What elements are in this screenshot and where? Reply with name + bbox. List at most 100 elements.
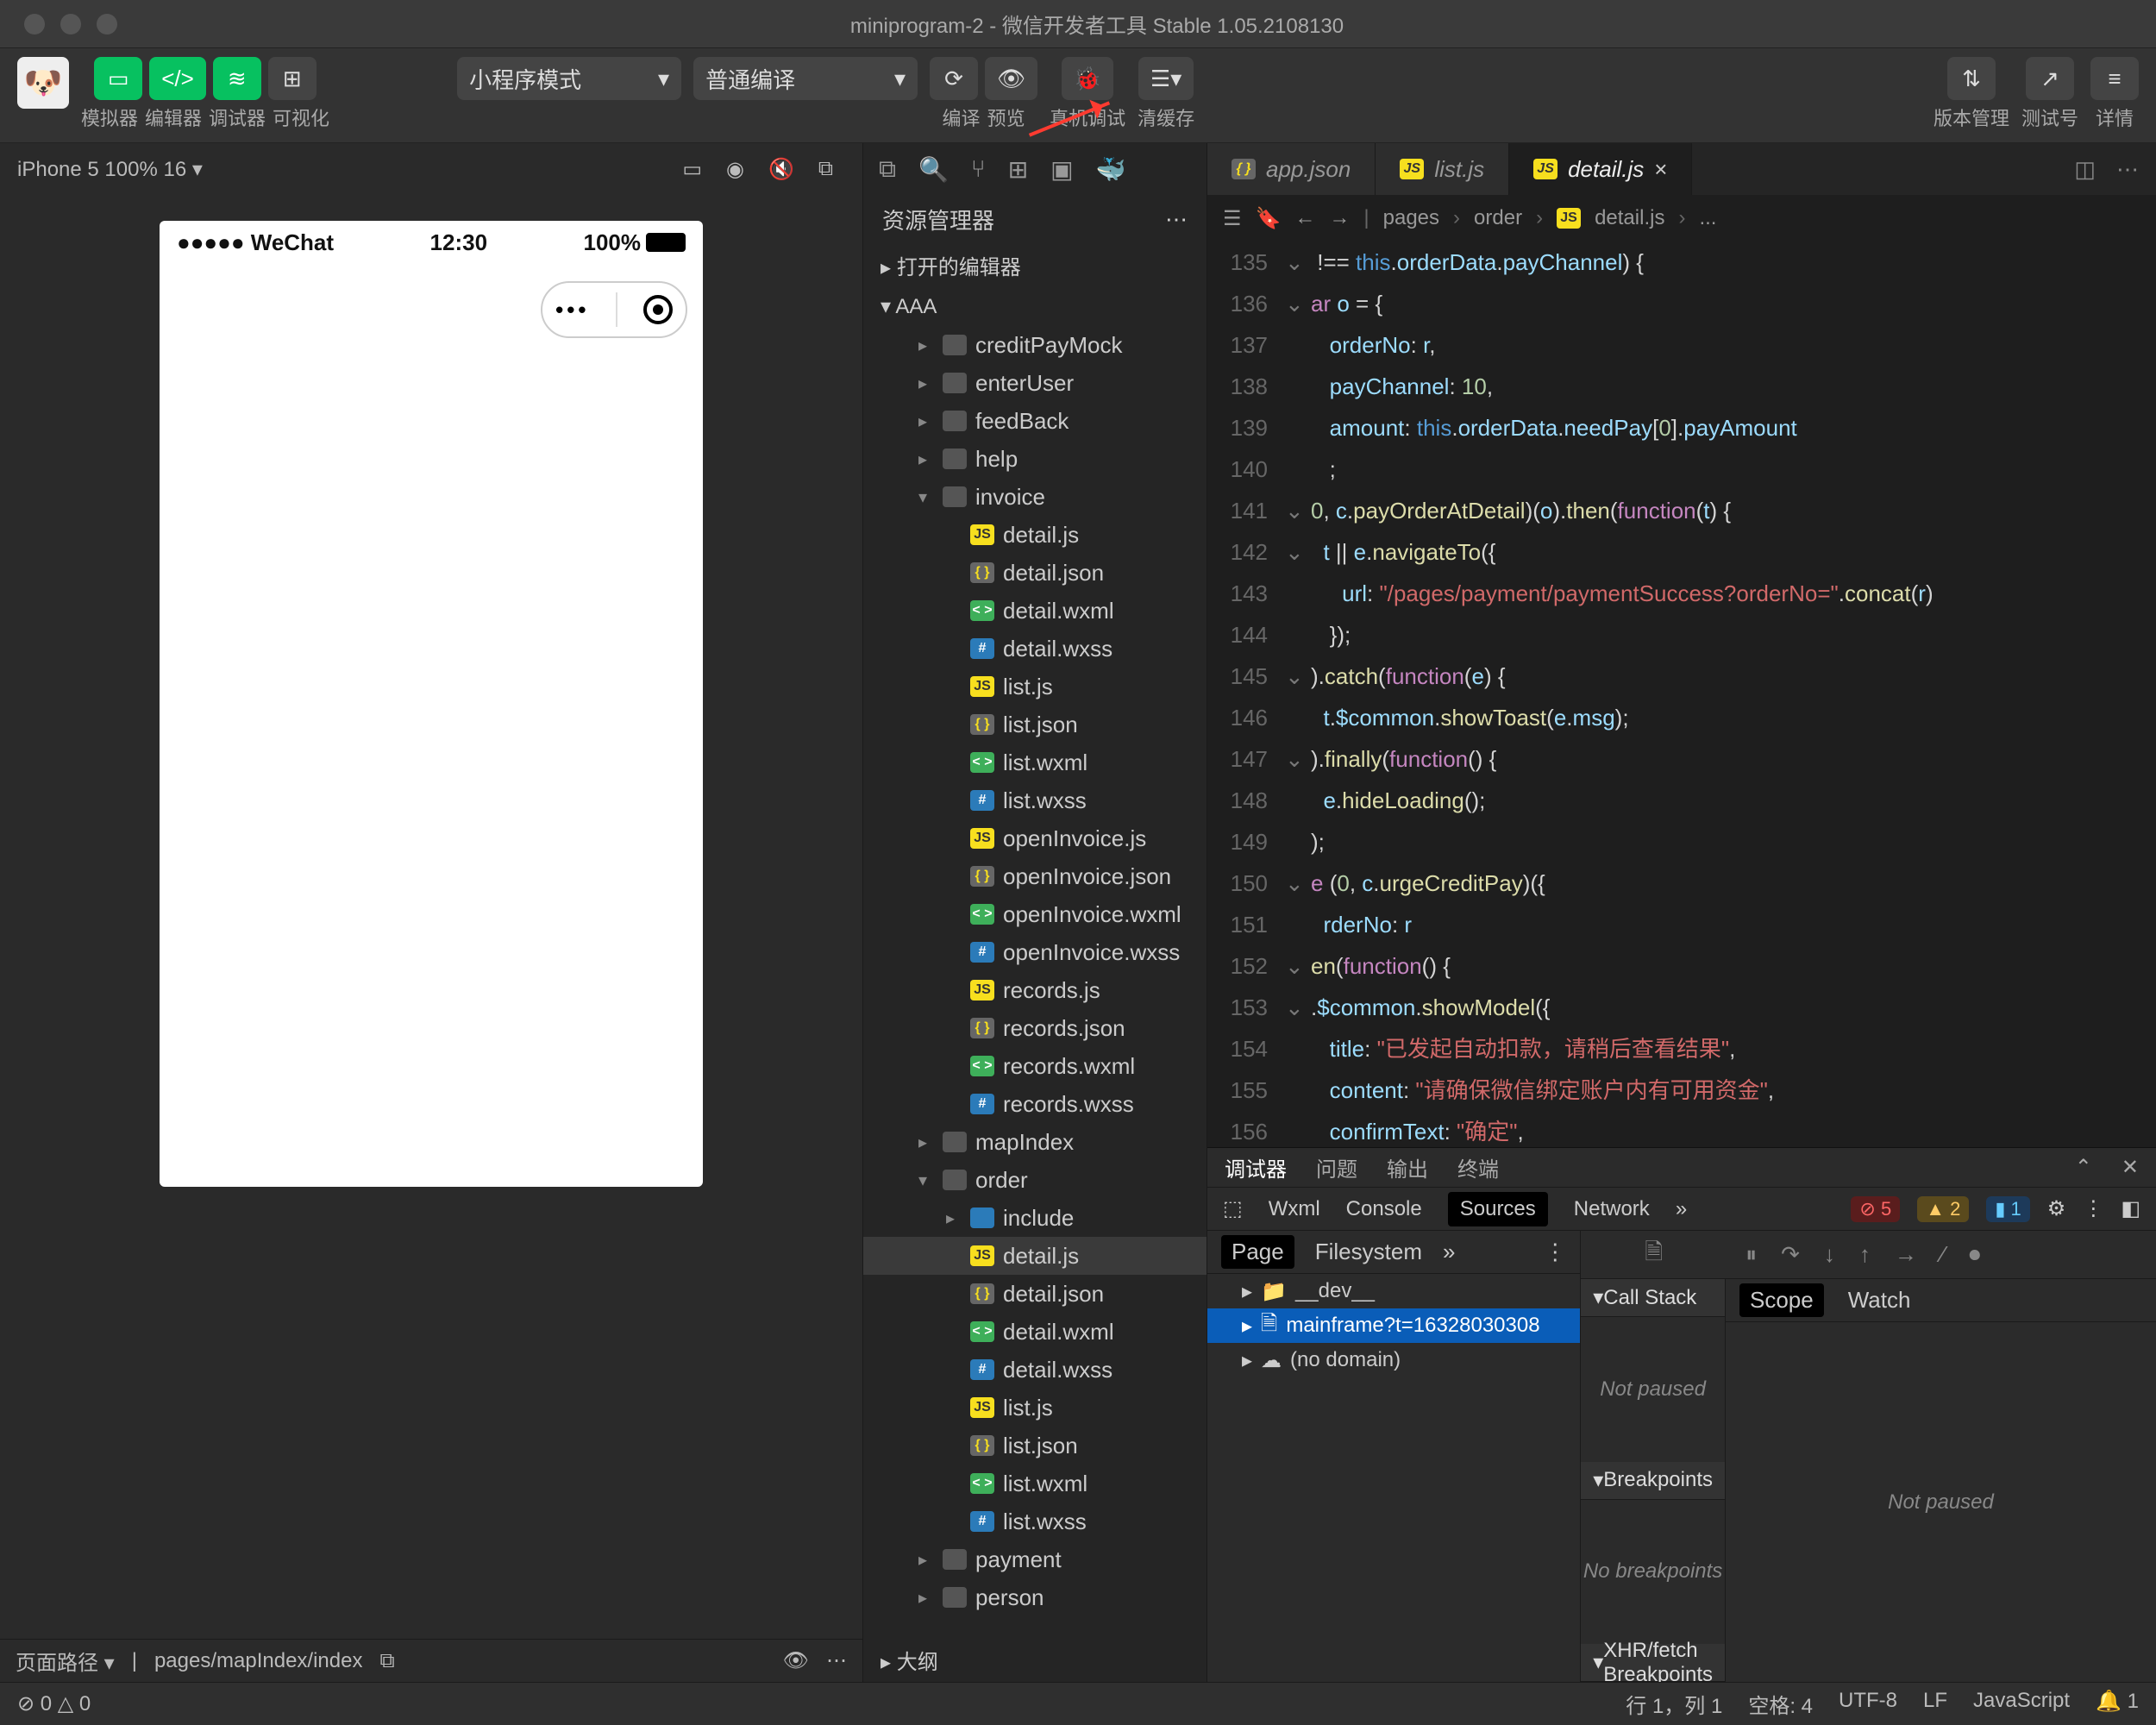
tool-console[interactable]: Console	[1346, 1197, 1422, 1221]
zoom-window-icon[interactable]	[97, 14, 117, 34]
editor-tab[interactable]: JSdetail.js×	[1509, 143, 1692, 195]
deactivate-bp-icon[interactable]: ⁄	[1941, 1241, 1945, 1268]
file-item[interactable]: JSdetail.js	[863, 1237, 1206, 1275]
gear-icon[interactable]: ⚙	[2047, 1196, 2066, 1221]
indent[interactable]: 空格: 4	[1748, 1689, 1813, 1719]
tab-debugger[interactable]: 调试器	[209, 104, 266, 131]
device-select[interactable]: iPhone 5 100% 16 ▾	[17, 157, 203, 182]
file-item[interactable]: JSdetail.js	[863, 516, 1206, 554]
folder-item[interactable]: ▸enterUser	[863, 364, 1206, 402]
kebab-icon[interactable]: ⋮	[1544, 1239, 1566, 1265]
step-into-icon[interactable]: ↓	[1824, 1241, 1835, 1268]
file-item[interactable]: { }list.json	[863, 1427, 1206, 1465]
source-tree-item[interactable]: ▸📁__dev__	[1207, 1274, 1580, 1308]
scope-tab[interactable]: Scope	[1739, 1283, 1824, 1317]
ext-icon[interactable]: ⊞	[1008, 155, 1028, 184]
step-over-icon[interactable]: ↷	[1781, 1241, 1800, 1268]
source-tree-item[interactable]: ▸☁(no domain)	[1207, 1343, 1580, 1377]
kebab-icon[interactable]: ⋮	[2083, 1196, 2103, 1221]
debugger-toggle[interactable]: ≋	[213, 57, 261, 100]
warn-badge[interactable]: ▲ 2	[1917, 1196, 1969, 1222]
inspect-icon[interactable]: ⬚	[1223, 1196, 1243, 1221]
record-icon[interactable]: ◉	[726, 157, 744, 182]
simulator-toggle[interactable]: ▭	[94, 57, 142, 100]
folder-item[interactable]: ▾order	[863, 1161, 1206, 1199]
copy-icon[interactable]: ⧉	[379, 1649, 394, 1673]
mute-icon[interactable]: 🔇	[768, 157, 794, 182]
file-icon[interactable]: 🗎	[1645, 1236, 1663, 1274]
close-tab-icon[interactable]: ×	[1654, 156, 1667, 183]
menu-icon[interactable]: •••	[555, 297, 589, 323]
minimize-window-icon[interactable]	[60, 14, 81, 34]
breakpoints-header[interactable]: ▾ Breakpoints	[1581, 1462, 1725, 1500]
file-item[interactable]: { }list.json	[863, 706, 1206, 743]
file-item[interactable]: < >detail.wxml	[863, 1313, 1206, 1351]
watch-tab[interactable]: Watch	[1848, 1287, 1911, 1314]
file-item[interactable]: < >detail.wxml	[863, 592, 1206, 630]
editor-tab[interactable]: JSlist.js	[1376, 143, 1509, 195]
docker-icon[interactable]: 🐳	[1096, 155, 1126, 184]
tool-wxml[interactable]: Wxml	[1269, 1197, 1320, 1221]
file-item[interactable]: JSrecords.js	[863, 971, 1206, 1009]
cursor-pos[interactable]: 行 1，列 1	[1626, 1689, 1722, 1719]
explorer-more-icon[interactable]: ⋯	[1165, 206, 1188, 233]
capsule-button[interactable]: •••	[541, 281, 687, 338]
breadcrumb[interactable]: ☰ 🔖 ← → | pages› order› JSdetail.js› ...	[1207, 195, 2156, 242]
language[interactable]: JavaScript	[1973, 1689, 2070, 1719]
pause-exc-icon[interactable]: ⏺	[1969, 1241, 1980, 1269]
file-item[interactable]: < >list.wxml	[863, 743, 1206, 781]
folder-item[interactable]: ▸creditPayMock	[863, 326, 1206, 364]
back-icon[interactable]: ←	[1294, 206, 1315, 230]
preview-button[interactable]: 👁	[985, 57, 1037, 100]
box-icon[interactable]: ▣	[1050, 155, 1073, 184]
file-item[interactable]: JSlist.js	[863, 1389, 1206, 1427]
chevron-up-icon[interactable]: ⌃	[2075, 1155, 2092, 1180]
source-tree-item[interactable]: ▸🗎mainframe?t=16328030308	[1207, 1308, 1580, 1343]
tab-editor[interactable]: 编辑器	[145, 104, 202, 131]
split-icon[interactable]: ◫	[2074, 156, 2096, 183]
mode-select[interactable]: 小程序模式▾	[457, 57, 681, 100]
project-avatar[interactable]: 🐶	[17, 57, 69, 109]
devtab-terminal[interactable]: 终端	[1457, 1152, 1499, 1182]
files-icon[interactable]: ⧉	[879, 155, 896, 184]
tab-more-icon[interactable]: ⋯	[2116, 156, 2139, 183]
page-tab[interactable]: Page	[1221, 1235, 1294, 1269]
path-label[interactable]: 页面路径 ▾	[16, 1646, 115, 1676]
eye-icon[interactable]: 👁	[783, 1648, 809, 1673]
screenshot-icon[interactable]: ⧉	[818, 157, 833, 181]
close-panel-icon[interactable]: ✕	[2122, 1155, 2139, 1180]
fwd-icon[interactable]: →	[1329, 206, 1350, 230]
visual-toggle[interactable]: ⊞	[268, 57, 317, 100]
devtab-problems[interactable]: 问题	[1316, 1152, 1357, 1182]
xhr-header[interactable]: ▾ XHR/fetch Breakpoints	[1581, 1644, 1725, 1682]
file-item[interactable]: #list.wxss	[863, 1502, 1206, 1540]
branch-icon[interactable]: ⑂	[971, 155, 986, 183]
close-icon[interactable]	[643, 295, 673, 324]
filesystem-tab[interactable]: Filesystem	[1315, 1239, 1422, 1265]
compile-button[interactable]: ⟳	[930, 57, 978, 100]
sim-icon[interactable]: ▭	[682, 157, 702, 182]
step-out-icon[interactable]: ↑	[1859, 1241, 1871, 1268]
tool-network[interactable]: Network	[1574, 1197, 1650, 1221]
file-item[interactable]: { }detail.json	[863, 554, 1206, 592]
bell-icon[interactable]: 🔔 1	[2096, 1689, 2139, 1719]
info-badge[interactable]: ▮ 1	[1986, 1196, 2029, 1222]
folder-item[interactable]: ▸person	[863, 1578, 1206, 1616]
folder-item[interactable]: ▸payment	[863, 1540, 1206, 1578]
error-badge[interactable]: ⊘ 5	[1851, 1196, 1900, 1222]
version-button[interactable]: ⇅	[1947, 57, 1996, 100]
file-item[interactable]: #records.wxss	[863, 1085, 1206, 1123]
close-window-icon[interactable]	[24, 14, 45, 34]
file-item[interactable]: JSlist.js	[863, 668, 1206, 706]
compile-select[interactable]: 普通编译▾	[693, 57, 918, 100]
folder-item[interactable]: ▾invoice	[863, 478, 1206, 516]
file-item[interactable]: { }detail.json	[863, 1275, 1206, 1313]
bookmark-icon[interactable]: 🔖	[1256, 206, 1282, 231]
file-item[interactable]: #detail.wxss	[863, 630, 1206, 668]
folder-item[interactable]: ▸help	[863, 440, 1206, 478]
dock-icon[interactable]: ◧	[2121, 1196, 2140, 1221]
encoding[interactable]: UTF-8	[1839, 1689, 1897, 1719]
tab-visual[interactable]: 可视化	[273, 104, 329, 131]
pause-icon[interactable]: ⏸	[1745, 1241, 1757, 1269]
details-button[interactable]: ≡	[2090, 57, 2139, 100]
